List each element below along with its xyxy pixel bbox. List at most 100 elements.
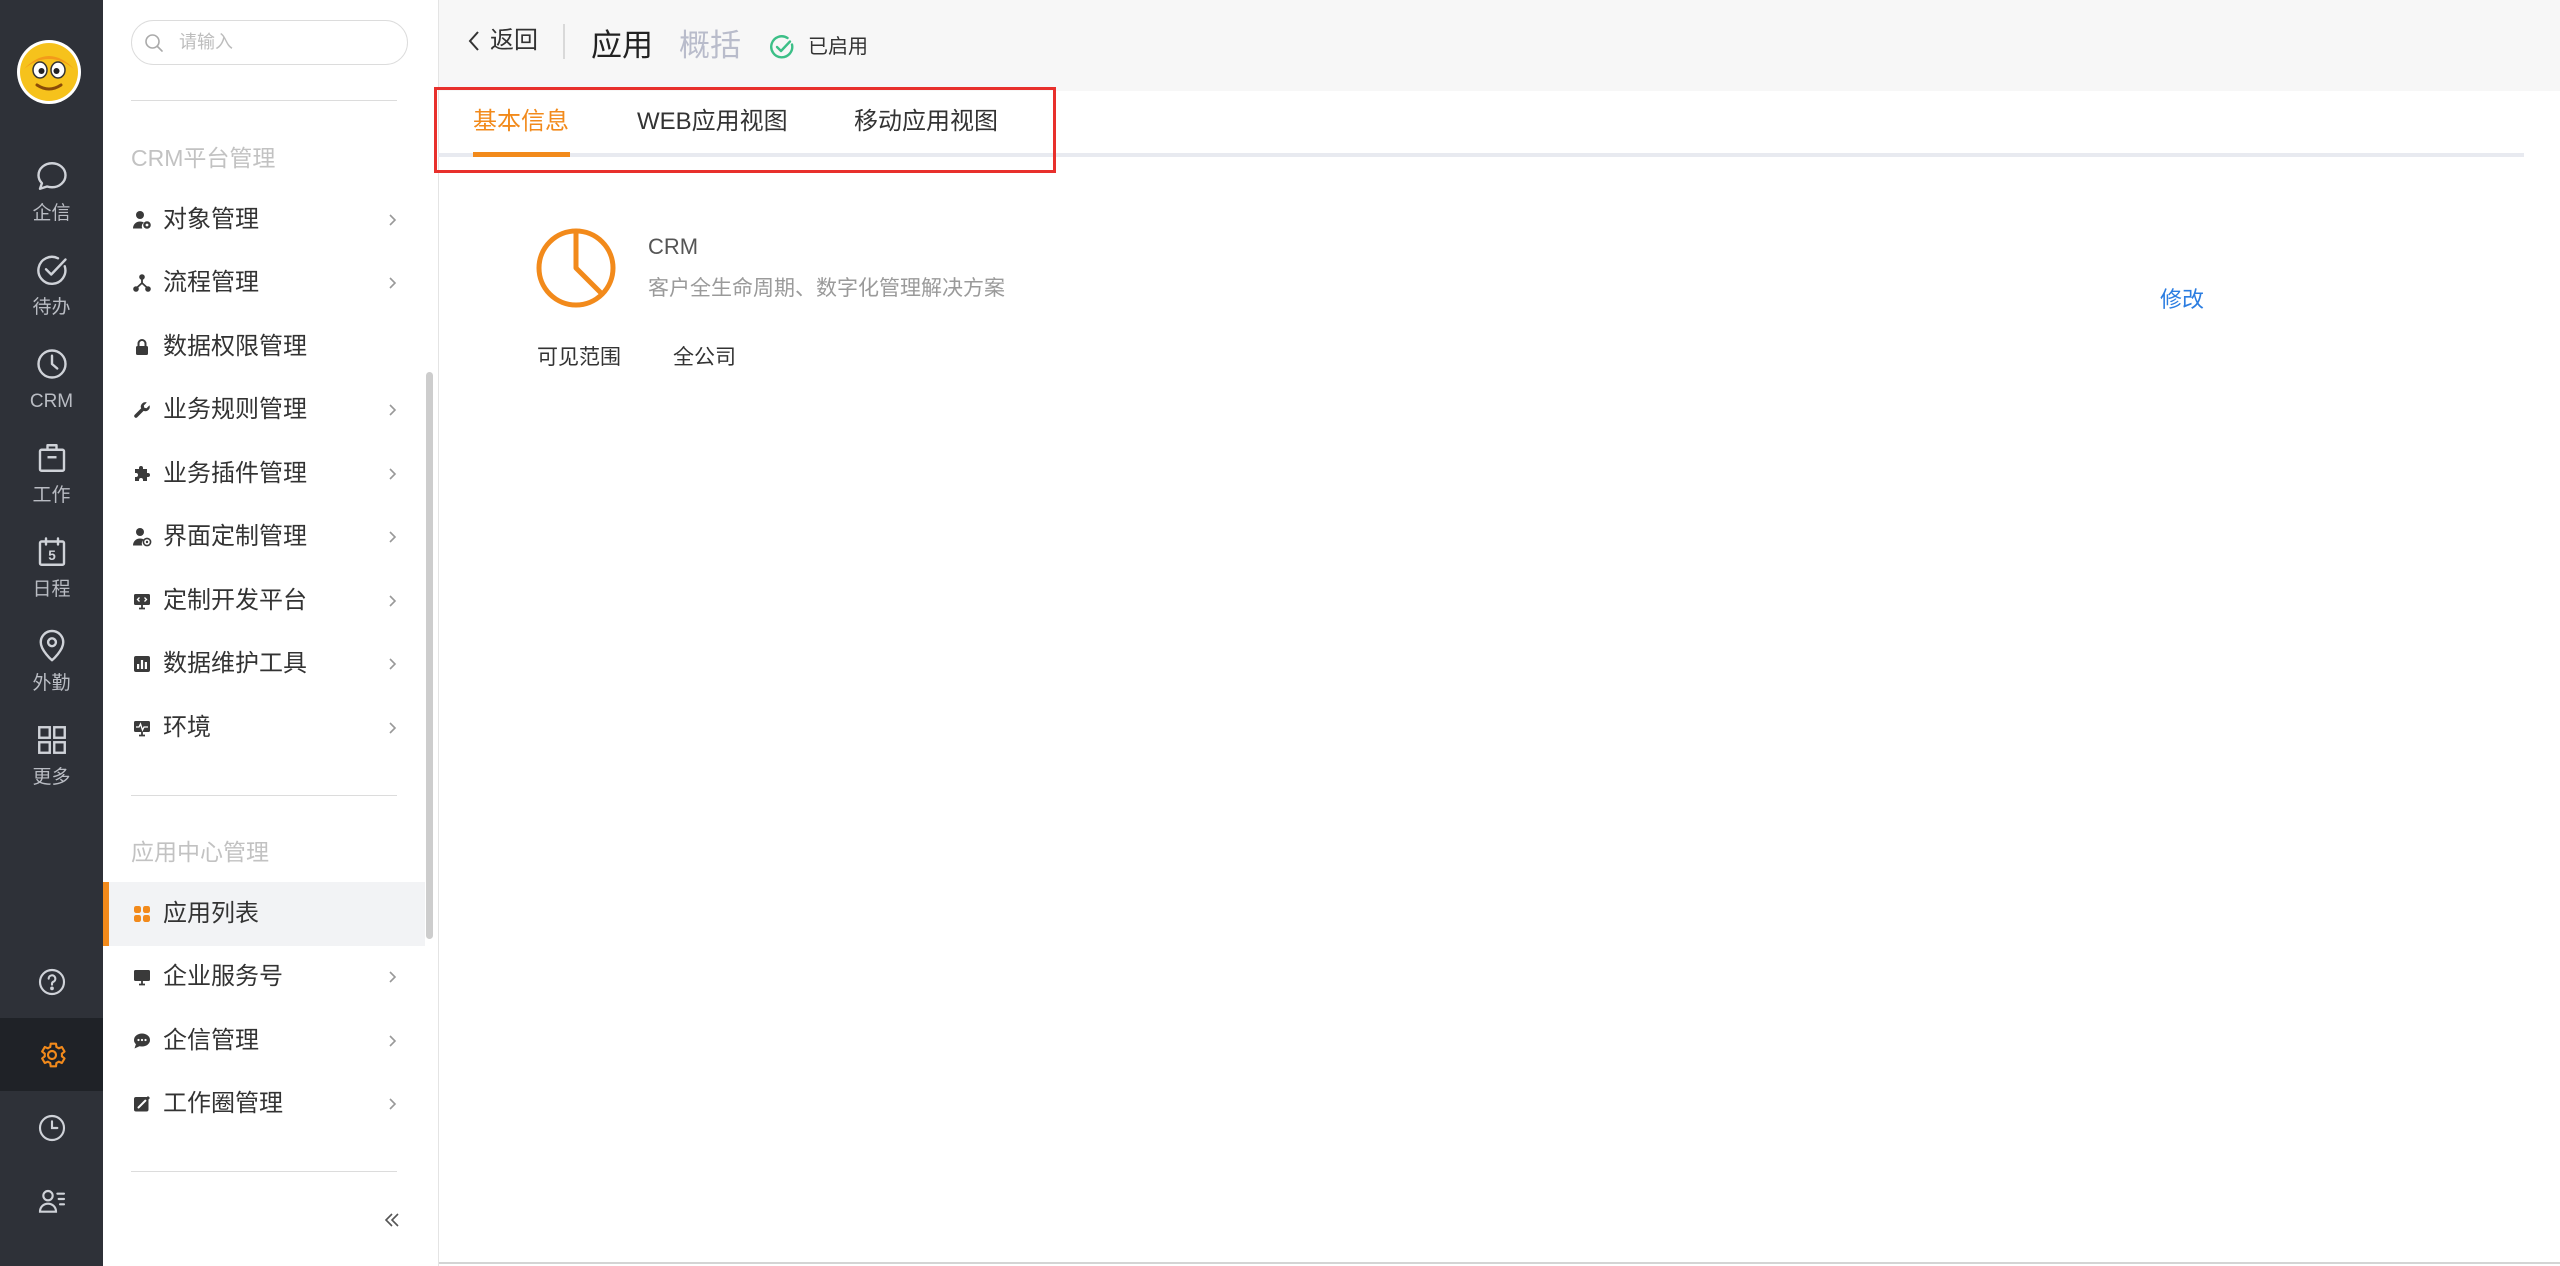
avatar-image [17,40,81,104]
menu-item-label: 企信管理 [163,1026,259,1054]
clock-icon [36,349,67,379]
collapse-sidebar-button[interactable] [381,1209,403,1231]
user-gear-icon [133,210,151,229]
menu-item-label: 定制开发平台 [163,586,307,614]
chevron-right-icon [389,468,397,480]
flow-icon [133,274,151,293]
user-palette-icon [133,528,152,547]
nav-item-more[interactable]: 更多 [0,722,103,816]
nav-item-todo[interactable]: 待办 [0,252,103,346]
history-icon [38,1114,65,1141]
menu-item-messenger-management[interactable]: 企信管理 [103,1009,425,1073]
wrench-icon [134,402,150,419]
nav-item-messenger[interactable]: 企信 [0,158,103,252]
menu-item-process-management[interactable]: 流程管理 [103,252,425,316]
settings-sidebar: CRM平台管理 对象管理 流程管理 [103,0,439,1266]
menu-item-work-circle[interactable]: 工作圈管理 [103,1073,425,1137]
main-content: 返回 应用 概括 已启用 基本信息 WEB应用视图 移动应用视图 CRM 客户全… [438,0,2560,1266]
nav-item-label: 更多 [32,767,71,788]
overview-link[interactable]: 概括 [679,28,741,64]
divider [131,1171,397,1172]
nav-item-label: 外勤 [32,673,71,694]
bottom-border [439,1262,2560,1264]
app-nav-bar: 企信 待办 CRM 工作 5 日程 外勤 更多 [0,0,103,1266]
bar-chart-icon [134,656,150,673]
nav-item-label: CRM [29,391,74,412]
calendar-icon: 5 [38,537,65,566]
settings-button[interactable] [0,1018,103,1091]
menu-item-service-account[interactable]: 企业服务号 [103,946,425,1010]
menu-item-environment[interactable]: 环境 [103,696,425,760]
avatar[interactable] [16,39,82,105]
menu-item-label: 业务插件管理 [163,459,307,487]
menu-item-object-management[interactable]: 对象管理 [103,188,425,252]
section-title: CRM平台管理 [131,145,276,171]
tab-web-app-view[interactable]: WEB应用视图 [637,108,788,136]
search-input[interactable] [179,32,379,53]
check-circle-icon [36,255,67,285]
tab-basic-info[interactable]: 基本信息 [473,108,569,136]
user-list-button[interactable] [0,1164,103,1237]
chevron-right-icon [389,1035,397,1047]
header-divider [563,24,565,59]
gear-icon [40,1042,66,1067]
chevron-right-icon [389,658,397,670]
menu-item-label: 应用列表 [163,899,259,927]
app-name: CRM [648,234,699,259]
menu-item-app-list[interactable]: 应用列表 [103,882,425,946]
menu-item-label: 环境 [163,713,211,741]
menu-item-data-tools[interactable]: 数据维护工具 [103,633,425,697]
briefcase-icon [38,444,65,472]
nav-item-crm[interactable]: CRM [0,346,103,440]
tab-mobile-app-view[interactable]: 移动应用视图 [854,108,998,136]
app-description: 客户全生命周期、数字化管理解决方案 [648,277,1005,300]
page-header: 返回 应用 概括 已启用 [439,0,2560,91]
search-box [131,20,408,65]
nav-bottom-list [0,945,103,1237]
nav-item-label: 待办 [32,297,71,318]
chevron-right-icon [389,277,397,289]
nav-item-field[interactable]: 外勤 [0,628,103,722]
menu-item-label: 数据维护工具 [163,650,307,678]
chevron-right-icon [389,595,397,607]
page-title: 应用 [591,28,653,63]
edit-link[interactable]: 修改 [2160,286,2204,314]
nav-item-work[interactable]: 工作 [0,440,103,534]
chevron-right-icon [389,404,397,416]
menu-crm-platform: 对象管理 流程管理 数据权限管理 业务规则管理 业务插件管理 界面定制管理 定制… [103,188,425,760]
nav-item-schedule[interactable]: 5 日程 [0,534,103,628]
help-button[interactable] [0,945,103,1018]
menu-item-label: 业务规则管理 [163,396,307,424]
menu-item-label: 对象管理 [163,205,259,233]
status-badge: 已启用 [808,36,868,58]
menu-app-center: 应用列表 企业服务号 企信管理 工作圈管理 [103,882,425,1136]
section-title: 应用中心管理 [131,839,269,865]
grid-icon [37,726,66,754]
menu-item-business-plugins[interactable]: 业务插件管理 [103,442,425,506]
menu-item-label: 数据权限管理 [163,332,307,360]
menu-item-dev-platform[interactable]: 定制开发平台 [103,569,425,633]
menu-item-label: 工作圈管理 [163,1090,283,1118]
nav-item-label: 企信 [32,203,71,224]
chevron-right-icon [389,722,397,734]
menu-item-ui-customization[interactable]: 界面定制管理 [103,506,425,570]
menu-item-business-rules[interactable]: 业务规则管理 [103,379,425,443]
menu-item-data-permission[interactable]: 数据权限管理 [103,315,425,379]
menu-item-label: 流程管理 [163,269,259,297]
nav-item-label: 工作 [32,485,71,506]
divider [131,100,397,101]
menu-item-label: 企业服务号 [163,963,283,991]
active-tab-underline [473,152,570,157]
chevron-right-icon [389,971,397,983]
chat-icon [134,1033,150,1049]
app-grid-icon [134,905,150,922]
chevron-right-icon [389,214,397,226]
location-pin-icon [39,629,64,662]
history-button[interactable] [0,1091,103,1164]
calendar-day: 5 [48,548,56,563]
sidebar-scrollbar[interactable] [426,372,433,939]
pie-chart-icon [536,228,616,308]
monitor-icon [134,970,150,986]
chevron-left-icon [468,31,479,51]
back-button[interactable]: 返回 [467,27,538,55]
